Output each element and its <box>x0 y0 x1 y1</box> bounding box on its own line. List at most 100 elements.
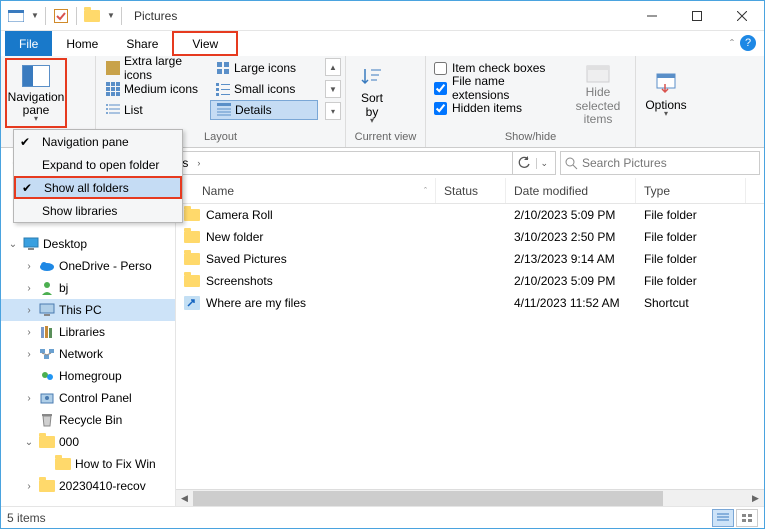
search-box[interactable]: Search Pictures <box>560 151 760 175</box>
col-status[interactable]: Status <box>436 178 506 203</box>
crumb-chevron[interactable]: › <box>194 158 203 168</box>
menu-navigation-pane[interactable]: ✔Navigation pane <box>14 130 182 153</box>
options-button[interactable]: Options <box>640 58 692 128</box>
hidden-items[interactable]: Hidden items <box>430 98 561 118</box>
home-icon <box>39 368 55 384</box>
qat-dropdown-icon[interactable]: ▼ <box>29 5 41 27</box>
navigation-pane-menu: ✔Navigation pane Expand to open folder ✔… <box>13 129 183 223</box>
layout-more[interactable]: ▾ <box>325 102 341 120</box>
minimize-button[interactable] <box>629 1 674 30</box>
col-date[interactable]: Date modified <box>506 178 636 203</box>
tree-item[interactable]: ›20230410-recov <box>1 475 175 497</box>
menu-expand-to-open[interactable]: Expand to open folder <box>14 153 182 176</box>
file-type: File folder <box>644 230 697 244</box>
tree-item[interactable]: ›Control Panel <box>1 387 175 409</box>
currentview-group-label: Current view <box>350 131 421 145</box>
qat-dropdown2-icon[interactable]: ▼ <box>105 5 117 27</box>
tree-item[interactable]: ›bj <box>1 277 175 299</box>
lib-icon <box>39 324 55 340</box>
file-row[interactable]: Saved Pictures2/13/2023 9:14 AMFile fold… <box>176 248 764 270</box>
list-icon <box>106 103 120 117</box>
maximize-button[interactable] <box>674 1 719 30</box>
options-icon <box>650 67 682 99</box>
layout-scroll-up[interactable]: ▲ <box>325 58 341 76</box>
layout-details[interactable]: Details <box>210 100 318 120</box>
tree-item[interactable]: Recycle Bin <box>1 409 175 431</box>
sort-label: Sort by <box>361 92 383 118</box>
file-name: Saved Pictures <box>206 252 287 266</box>
lg-icon <box>216 61 230 75</box>
hide-selected-button[interactable]: Hide selected items <box>565 58 631 128</box>
tree-item[interactable]: ›OneDrive - Perso <box>1 255 175 277</box>
folder-icon <box>39 478 55 494</box>
tree-item[interactable]: ›This PC <box>1 299 175 321</box>
file-type: File folder <box>644 252 697 266</box>
tab-share[interactable]: Share <box>112 31 172 56</box>
layout-medium[interactable]: Medium icons <box>100 79 208 99</box>
col-name[interactable]: Nameˆ <box>176 178 436 203</box>
column-headers: Nameˆ Status Date modified Type <box>176 178 764 204</box>
tree-label: How to Fix Win <box>75 457 156 471</box>
file-date: 3/10/2023 2:50 PM <box>514 230 615 244</box>
tree-label: Recycle Bin <box>59 413 122 427</box>
menu-show-all-folders[interactable]: ✔Show all folders <box>14 176 182 199</box>
tree-item[interactable]: ›Network <box>1 343 175 365</box>
tree-item[interactable]: ⌄Desktop <box>1 233 175 255</box>
tree-item[interactable]: ⌄000 <box>1 431 175 453</box>
file-row[interactable]: Where are my files4/11/2023 11:52 AMShor… <box>176 292 764 314</box>
qat-properties-icon[interactable] <box>5 5 27 27</box>
layout-small[interactable]: Small icons <box>210 79 318 99</box>
tab-file[interactable]: File <box>5 31 52 56</box>
tree-item[interactable]: ›Libraries <box>1 321 175 343</box>
check-icon: ✔ <box>22 181 32 195</box>
tree-label: Control Panel <box>59 391 132 405</box>
layout-list[interactable]: List <box>100 100 208 120</box>
qat-check-icon[interactable] <box>50 5 72 27</box>
view-large-button[interactable] <box>736 509 758 527</box>
content-area: ⌄Desktop›OneDrive - Perso›bj›This PC›Lib… <box>1 178 764 506</box>
md-icon <box>106 82 120 96</box>
tree-item[interactable]: How to Fix Win <box>1 453 175 475</box>
tree-label: OneDrive - Perso <box>59 259 152 273</box>
scroll-thumb[interactable] <box>193 491 663 506</box>
layout-large[interactable]: Large icons <box>210 58 318 78</box>
file-row[interactable]: Camera Roll2/10/2023 5:09 PMFile folder <box>176 204 764 226</box>
hide-icon <box>582 60 614 86</box>
collapse-ribbon-icon[interactable]: ˆ <box>730 37 734 51</box>
hide-label: Hide selected items <box>567 86 629 126</box>
menu-show-libraries[interactable]: Show libraries <box>14 199 182 222</box>
explorer-window: ▼ ▼ Pictures File Home Share View ˆ ? <box>0 0 765 529</box>
sort-by-button[interactable]: Sort by <box>350 58 394 128</box>
tree-label: Network <box>59 347 103 361</box>
file-row[interactable]: Screenshots2/10/2023 5:09 PMFile folder <box>176 270 764 292</box>
addr-dropdown[interactable]: ⌄ <box>536 158 551 169</box>
tab-home[interactable]: Home <box>52 31 112 56</box>
tree-item[interactable]: Homegroup <box>1 365 175 387</box>
layout-extra-large[interactable]: Extra large icons <box>100 58 208 78</box>
h-scrollbar[interactable]: ◀ ▶ <box>176 489 764 506</box>
search-icon <box>565 157 578 170</box>
onedrive-icon <box>39 258 55 274</box>
file-type: File folder <box>644 208 697 222</box>
file-list[interactable]: Camera Roll2/10/2023 5:09 PMFile folderN… <box>176 204 764 489</box>
close-button[interactable] <box>719 1 764 30</box>
navigation-tree[interactable]: ⌄Desktop›OneDrive - Perso›bj›This PC›Lib… <box>1 178 176 506</box>
view-details-button[interactable] <box>712 509 734 527</box>
file-name: Camera Roll <box>206 208 273 222</box>
file-name-extensions[interactable]: File name extensions <box>430 78 561 98</box>
refresh-button[interactable] <box>512 152 534 174</box>
tab-view[interactable]: View <box>172 31 238 56</box>
col-type[interactable]: Type <box>636 178 746 203</box>
navigation-pane-button[interactable]: Navigation pane <box>5 58 67 128</box>
layout-scroll-down[interactable]: ▼ <box>325 80 341 98</box>
help-icon[interactable]: ? <box>740 35 756 51</box>
file-name: Screenshots <box>206 274 273 288</box>
bin-icon <box>39 412 55 428</box>
file-row[interactable]: New folder3/10/2023 2:50 PMFile folder <box>176 226 764 248</box>
qat-folder-icon[interactable] <box>81 5 103 27</box>
separator <box>45 7 46 25</box>
status-bar: 5 items <box>1 506 764 528</box>
scroll-left[interactable]: ◀ <box>176 491 193 506</box>
scroll-right[interactable]: ▶ <box>747 491 764 506</box>
user-icon <box>39 280 55 296</box>
